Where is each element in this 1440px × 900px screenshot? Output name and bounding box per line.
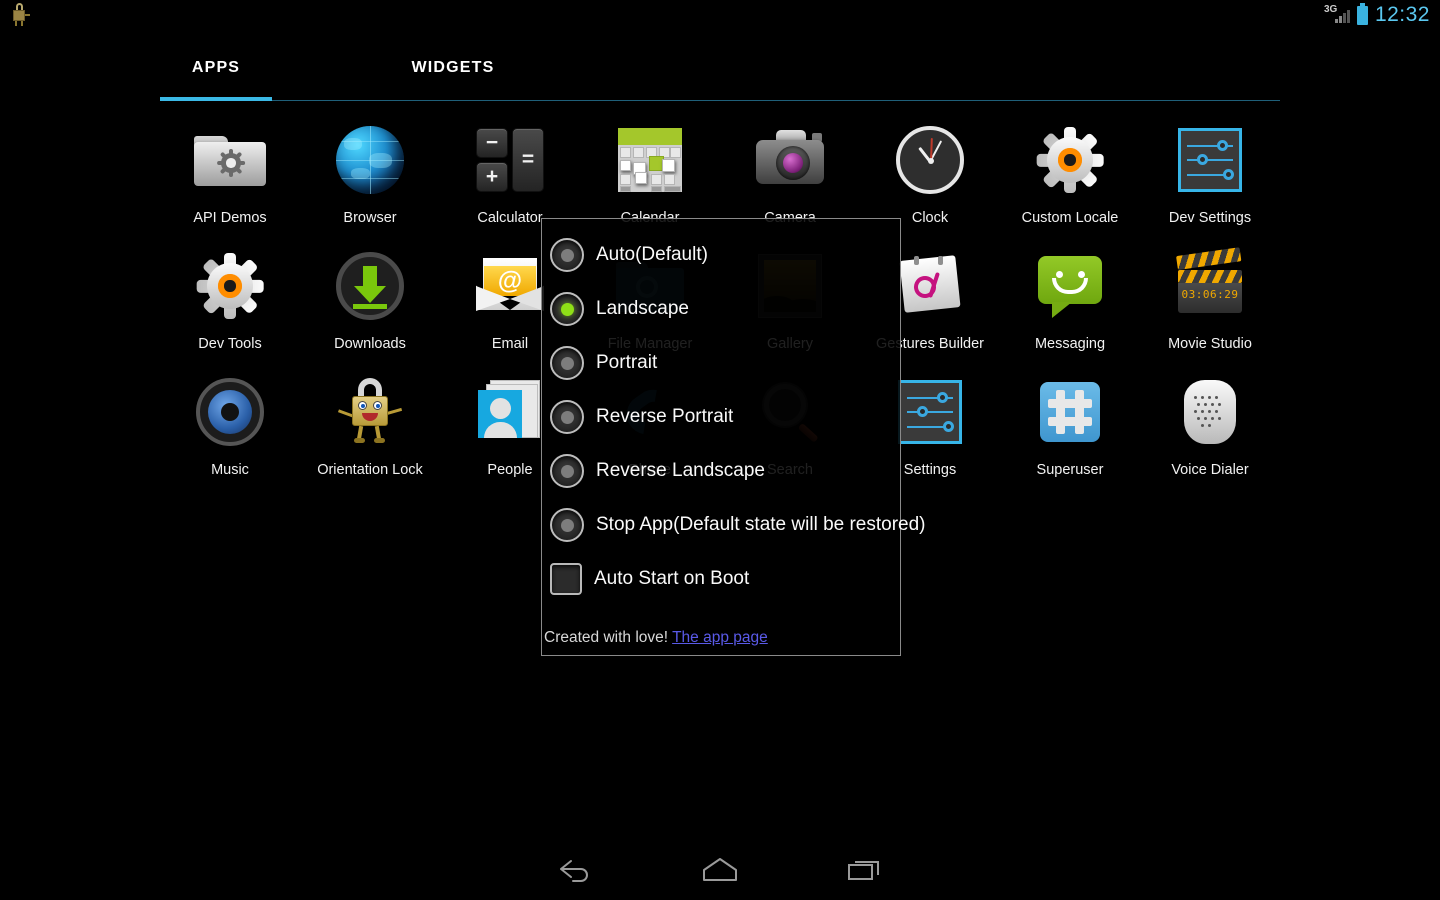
back-button[interactable] <box>540 848 610 890</box>
option-label: Reverse Portrait <box>596 406 734 427</box>
microphone-icon <box>1170 372 1250 452</box>
folder-gear-icon <box>190 120 270 200</box>
recents-icon <box>848 861 879 880</box>
app-icon-dev-settings[interactable]: Dev Settings <box>1140 112 1280 238</box>
option-reverse-portrait[interactable]: Reverse Portrait <box>550 397 733 437</box>
app-label: API Demos <box>193 210 267 226</box>
calc-equals-key: = <box>521 148 535 171</box>
option-stop-app[interactable]: Stop App(Default state will be restored) <box>550 505 926 545</box>
option-reverse-landscape[interactable]: Reverse Landscape <box>550 451 765 491</box>
speaker-icon <box>190 372 270 452</box>
app-page-link[interactable]: The app page <box>672 629 768 646</box>
orientation-dialog: Auto(Default) Landscape Portrait Reverse… <box>541 218 926 656</box>
app-label: Custom Locale <box>1021 210 1119 226</box>
navigation-bar <box>0 840 1440 900</box>
checkbox-auto-start-on-boot[interactable] <box>550 563 582 595</box>
app-label: Email <box>491 336 529 352</box>
tab-widgets[interactable]: WIDGETS <box>388 48 518 88</box>
radio-portrait[interactable] <box>550 346 584 380</box>
option-label: Auto(Default) <box>596 244 708 265</box>
app-icon-movie-studio[interactable]: 03:06:29 Movie Studio <box>1140 238 1280 364</box>
contact-card-icon <box>470 372 550 452</box>
app-label: Clock <box>911 210 949 226</box>
launcher-tabs: APPS WIDGETS <box>160 48 1280 101</box>
calculator-icon: − + = <box>470 120 550 200</box>
battery-icon <box>1356 2 1368 25</box>
radio-landscape[interactable] <box>550 292 584 326</box>
recents-button[interactable] <box>830 848 900 890</box>
option-landscape[interactable]: Landscape <box>550 289 689 329</box>
speech-bubble-smile-icon <box>1030 246 1110 326</box>
auto-start-on-boot-row[interactable]: Auto Start on Boot <box>550 559 749 599</box>
globe-icon <box>330 120 410 200</box>
app-label: Music <box>211 462 249 478</box>
android-launcher-screen: 3G 12:32 APPS WIDGETS API Demos Browser … <box>0 0 1440 900</box>
notification-area[interactable] <box>8 2 34 28</box>
home-button[interactable] <box>685 848 755 890</box>
app-label: People <box>487 462 533 478</box>
app-label: Dev Settings <box>1168 210 1252 226</box>
app-icon-api-demos[interactable]: API Demos <box>160 112 300 238</box>
status-icons[interactable]: 3G 12:32 <box>1324 0 1430 30</box>
option-label: Reverse Landscape <box>596 460 765 481</box>
app-label: Dev Tools <box>198 336 262 352</box>
app-label: Settings <box>903 462 957 478</box>
footer-text: Created with love! <box>544 629 669 646</box>
tab-divider <box>160 100 1280 101</box>
app-icon-messaging[interactable]: Messaging <box>1000 238 1140 364</box>
calc-plus-key: + <box>485 165 499 188</box>
tab-selected-indicator <box>160 97 272 101</box>
back-arrow-icon <box>560 860 588 882</box>
padlock-character-icon <box>330 372 410 452</box>
gear-orange-icon <box>1030 120 1110 200</box>
option-label: Portrait <box>596 352 658 373</box>
status-bar: 3G 12:32 <box>0 0 1440 30</box>
sliders-icon <box>1170 120 1250 200</box>
sliders-icon <box>890 372 970 452</box>
radio-auto-default[interactable] <box>550 238 584 272</box>
radio-reverse-landscape[interactable] <box>550 454 584 488</box>
app-icon-music[interactable]: Music <box>160 364 300 490</box>
app-label: Orientation Lock <box>317 462 423 478</box>
app-label: Browser <box>343 210 397 226</box>
clapperboard-icon: 03:06:29 <box>1170 246 1250 326</box>
clapper-timecode: 03:06:29 <box>1181 288 1239 301</box>
radio-stop-app[interactable] <box>550 508 584 542</box>
gear-orange-icon <box>190 246 270 326</box>
app-icon-dev-tools[interactable]: Dev Tools <box>160 238 300 364</box>
app-icon-voice-dialer[interactable]: Voice Dialer <box>1140 364 1280 490</box>
checkbox-label: Auto Start on Boot <box>594 568 750 589</box>
analog-clock-icon <box>890 120 970 200</box>
radio-reverse-portrait[interactable] <box>550 400 584 434</box>
status-clock: 12:32 <box>1374 3 1430 26</box>
orientation-lock-notification-icon <box>8 2 30 26</box>
option-label: Stop App(Default state will be restored) <box>596 514 926 535</box>
app-icon-browser[interactable]: Browser <box>300 112 440 238</box>
app-label: Messaging <box>1034 336 1106 352</box>
option-auto-default[interactable]: Auto(Default) <box>550 235 708 275</box>
calendar-icon <box>610 120 690 200</box>
app-icon-orientation-lock[interactable]: Orientation Lock <box>300 364 440 490</box>
envelope-at-icon: @ <box>470 246 550 326</box>
app-label: Calculator <box>477 210 543 226</box>
signal-bars-icon: 3G <box>1324 4 1350 25</box>
app-label: Movie Studio <box>1168 336 1252 352</box>
hash-icon <box>1030 372 1110 452</box>
calc-minus-key: − <box>485 131 499 154</box>
app-icon-downloads[interactable]: Downloads <box>300 238 440 364</box>
camera-icon <box>750 120 830 200</box>
tab-apps[interactable]: APPS <box>160 48 272 88</box>
app-label: Superuser <box>1036 462 1104 478</box>
app-label: Downloads <box>334 336 406 352</box>
app-label: Voice Dialer <box>1171 462 1249 478</box>
dialog-footer: Created with love! The app page <box>544 629 900 647</box>
app-icon-superuser[interactable]: Superuser <box>1000 364 1140 490</box>
home-icon <box>703 858 737 881</box>
option-label: Landscape <box>596 298 689 319</box>
download-arrow-icon <box>330 246 410 326</box>
option-portrait[interactable]: Portrait <box>550 343 657 383</box>
app-icon-custom-locale[interactable]: Custom Locale <box>1000 112 1140 238</box>
gesture-pad-icon <box>890 246 970 326</box>
